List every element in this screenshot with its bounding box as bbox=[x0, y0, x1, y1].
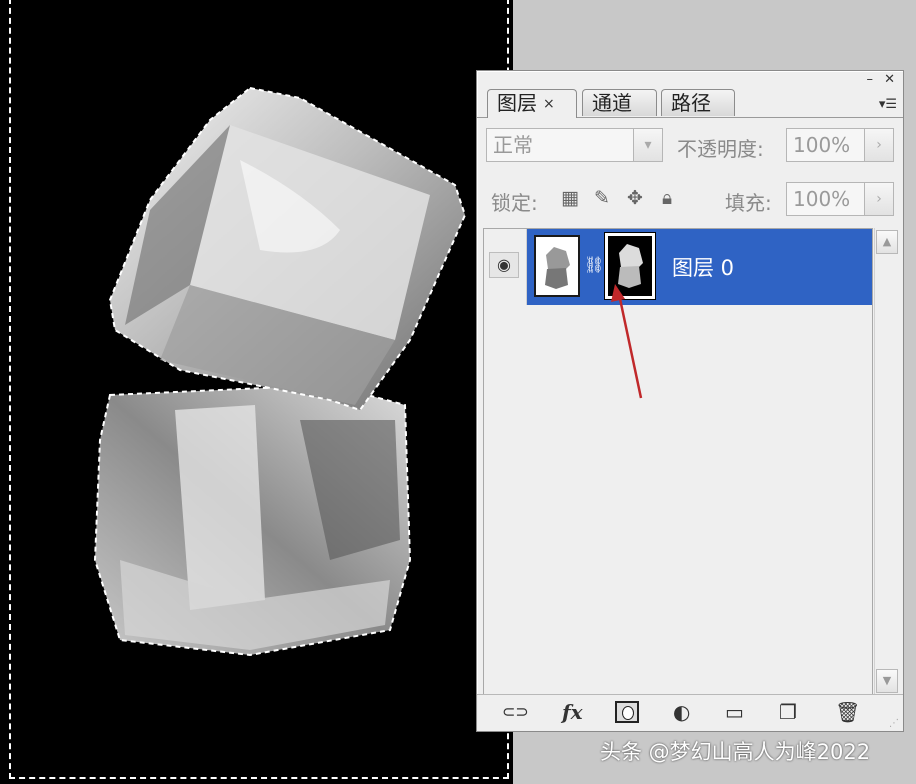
layers-list: ◉ ⛓ 图层 0 bbox=[483, 228, 873, 695]
chevron-right-icon[interactable]: › bbox=[864, 182, 894, 216]
annotation-arrow bbox=[611, 284, 643, 399]
blend-mode-select[interactable]: 正常 bbox=[486, 128, 641, 162]
layer-thumbnail[interactable] bbox=[534, 235, 580, 297]
scroll-up-icon[interactable]: ▲ bbox=[876, 230, 898, 254]
close-icon[interactable]: ✕ bbox=[884, 73, 895, 87]
opacity-label: 不透明度: bbox=[677, 137, 764, 161]
layer-row-selected[interactable]: ⛓ 图层 0 bbox=[527, 229, 872, 305]
tab-paths[interactable]: 路径 bbox=[661, 89, 735, 116]
panel-titlebar[interactable]: – ✕ bbox=[477, 71, 903, 87]
fill-input[interactable]: 100% bbox=[786, 182, 870, 216]
panel-menu-icon[interactable]: ▾☰ bbox=[879, 97, 897, 112]
resize-grip-icon[interactable]: ⋰ bbox=[889, 718, 899, 729]
tab-label: 图层 bbox=[497, 91, 537, 115]
document-canvas[interactable] bbox=[0, 0, 513, 784]
new-layer-icon[interactable]: ❐ bbox=[779, 699, 797, 725]
tab-label: 路径 bbox=[671, 91, 711, 115]
tab-channels[interactable]: 通道 bbox=[582, 89, 657, 116]
layers-scrollbar[interactable]: ▲ ▼ bbox=[874, 228, 899, 695]
eye-icon[interactable]: ◉ bbox=[489, 252, 519, 278]
opacity-input[interactable]: 100% bbox=[786, 128, 870, 162]
watermark-text: 头条 @梦幻山高人为峰2022 bbox=[600, 740, 871, 764]
minimize-icon[interactable]: – bbox=[867, 73, 874, 87]
folder-icon[interactable]: ▭ bbox=[725, 699, 744, 725]
layer-row[interactable]: ◉ ⛓ 图层 0 bbox=[484, 229, 872, 305]
adjustment-layer-icon[interactable]: ◐ bbox=[673, 699, 690, 725]
chain-link-icon[interactable]: ⛓ bbox=[584, 255, 604, 274]
lock-label: 锁定: bbox=[491, 191, 538, 215]
add-mask-icon[interactable] bbox=[615, 701, 639, 723]
panel-footer: ⊂⊃ fx ◐ ▭ ❐ 🗑︎ ⋰ bbox=[477, 694, 903, 731]
scroll-down-icon[interactable]: ▼ bbox=[876, 669, 898, 693]
fx-icon[interactable]: fx bbox=[562, 699, 583, 725]
tab-close-icon[interactable]: × bbox=[543, 96, 555, 112]
trash-icon[interactable]: 🗑︎ bbox=[835, 699, 860, 725]
visibility-cell: ◉ bbox=[484, 229, 527, 305]
tab-layers[interactable]: 图层 × bbox=[487, 89, 577, 118]
layer-name[interactable]: 图层 0 bbox=[672, 252, 734, 282]
selection-marquee bbox=[9, 0, 509, 779]
lock-position-icon[interactable]: ✥ bbox=[627, 187, 643, 209]
chevron-down-icon[interactable]: ▾ bbox=[633, 128, 663, 162]
fill-label: 填充: bbox=[725, 191, 772, 215]
lock-transparent-icon[interactable]: ▦ bbox=[561, 187, 579, 209]
chevron-right-icon[interactable]: › bbox=[864, 128, 894, 162]
panel-tabs: 图层 × 通道 路径 ▾☰ bbox=[477, 87, 903, 118]
link-layers-icon[interactable]: ⊂⊃ bbox=[502, 699, 529, 725]
lock-image-icon[interactable]: ✎ bbox=[594, 187, 610, 209]
lock-all-icon[interactable]: 🔒︎ bbox=[662, 187, 672, 209]
layers-panel: – ✕ 图层 × 通道 路径 ▾☰ 正常 ▾ 不透明度: 100% › 锁定: ▦… bbox=[476, 70, 904, 732]
tab-label: 通道 bbox=[592, 91, 632, 115]
layer-thumbnail-image bbox=[545, 247, 570, 289]
